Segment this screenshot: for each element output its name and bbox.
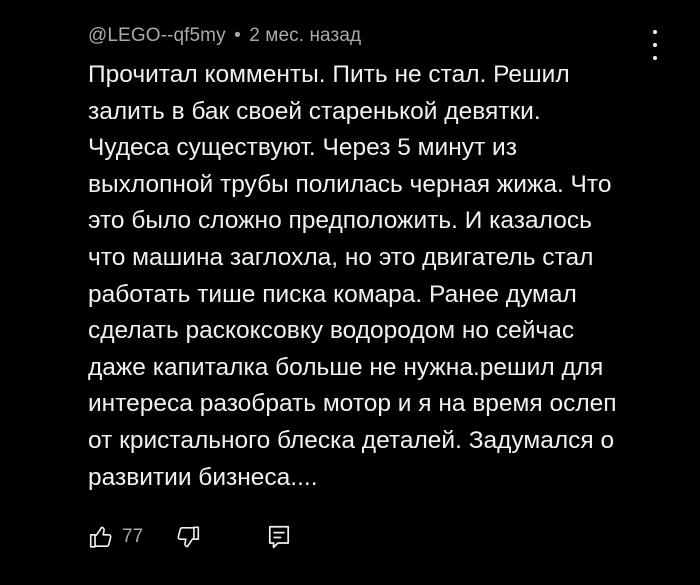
meta-separator: • [234, 25, 241, 46]
more-vertical-icon [653, 30, 657, 60]
thumb-up-icon [88, 524, 114, 550]
comment-line: даже капиталка больше не нужна.решил для [88, 353, 604, 381]
comment-text: Прочитал комменты. Пить не стал. Решил з… [88, 57, 658, 496]
comment-line: сделать раскоксовку водородом но сейчас [88, 317, 575, 345]
reply-button[interactable] [267, 524, 291, 550]
comment-time[interactable]: 2 мес. назад [249, 25, 361, 46]
comment-line: интереса разобрать мотор и я на время ос… [88, 390, 617, 418]
comment-header: @LEGO--qf5my • 2 мес. назад [88, 25, 361, 47]
comment-actions: 77 [88, 522, 291, 552]
comment-line: это было сложно предположить. И казалось [88, 207, 592, 235]
thumb-down-icon [175, 524, 201, 550]
comment-line: выхлопной трубы полилась черная жижа. Чт… [88, 170, 612, 198]
author-name[interactable]: @LEGO--qf5my [88, 25, 226, 46]
dislike-button[interactable] [175, 524, 201, 550]
comment-line: работать тише писка комара. Ранее думал [88, 280, 577, 308]
comment-line: развитии бизнеса.... [88, 463, 318, 491]
like-button[interactable]: 77 [88, 524, 143, 550]
reply-comment-icon [267, 524, 291, 550]
like-count: 77 [122, 526, 144, 547]
comment-card: @LEGO--qf5my • 2 мес. назад Прочитал ком… [0, 0, 700, 585]
comment-line: залить в бак своей старенькой девятки. [88, 97, 541, 125]
more-options-button[interactable] [643, 30, 667, 60]
comment-line: что машина заглохла, но это двигатель ст… [88, 243, 594, 271]
comment-line: от кристального блеска деталей. Задумалс… [88, 426, 615, 454]
comment-line: Чудеса существуют. Через 5 минут из [88, 134, 517, 162]
comment-line: Прочитал комменты. Пить не стал. Решил [88, 61, 570, 88]
